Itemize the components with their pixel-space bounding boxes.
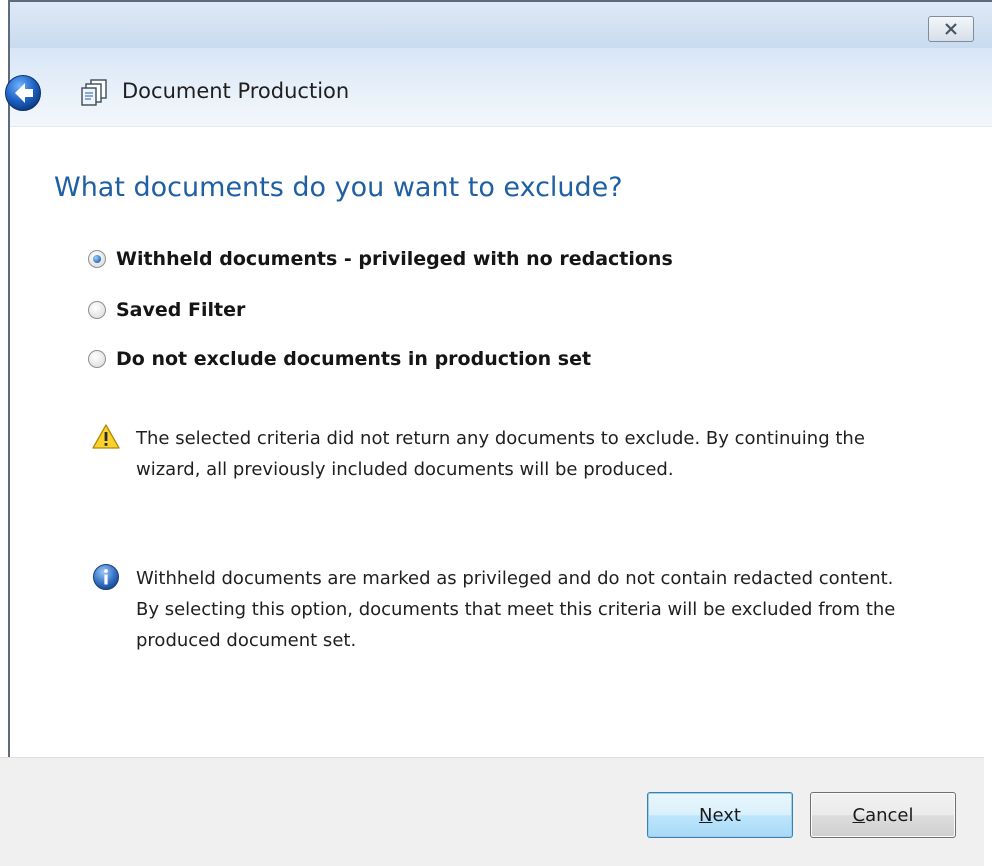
back-button[interactable]	[4, 74, 42, 112]
next-label: ext	[712, 804, 741, 826]
close-button[interactable]	[928, 16, 974, 42]
radio-withheld-documents[interactable]	[88, 250, 106, 268]
next-mnemonic: N	[699, 804, 713, 826]
title-bar	[10, 2, 992, 48]
info-text: Withheld documents are marked as privile…	[136, 568, 896, 651]
option-saved-filter[interactable]: Saved Filter	[88, 297, 245, 323]
cancel-label: ancel	[865, 804, 914, 826]
radio-saved-filter[interactable]	[88, 301, 106, 319]
option-label: Withheld documents - privileged with no …	[116, 248, 673, 270]
option-do-not-exclude[interactable]: Do not exclude documents in production s…	[88, 346, 591, 372]
document-production-icon	[80, 78, 110, 108]
back-arrow-icon	[5, 75, 41, 111]
next-button[interactable]: Next	[647, 792, 793, 838]
radio-do-not-exclude[interactable]	[88, 350, 106, 368]
close-icon	[945, 23, 957, 35]
page-heading: What documents do you want to exclude?	[54, 172, 623, 203]
info-message: Withheld documents are marked as privile…	[92, 563, 912, 656]
warning-message: The selected criteria did not return any…	[92, 423, 912, 485]
option-label: Do not exclude documents in production s…	[116, 348, 592, 370]
warning-text: The selected criteria did not return any…	[136, 428, 865, 480]
option-label: Saved Filter	[116, 299, 246, 321]
warning-icon	[92, 424, 120, 449]
wizard-title: Document Production	[122, 79, 350, 103]
option-withheld-documents[interactable]: Withheld documents - privileged with no …	[88, 246, 673, 272]
info-icon	[93, 564, 119, 590]
cancel-button[interactable]: Cancel	[810, 792, 956, 838]
cancel-mnemonic: C	[852, 804, 866, 826]
